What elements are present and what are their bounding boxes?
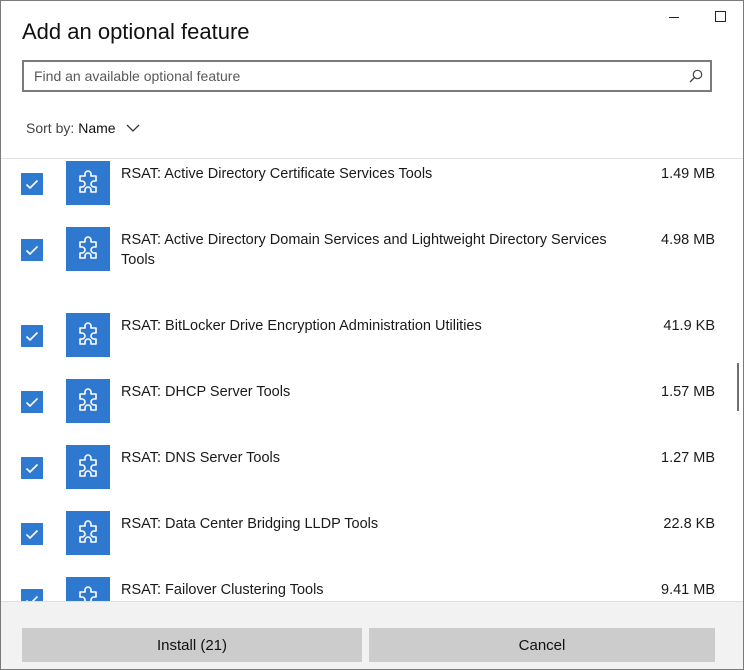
checkmark-icon — [25, 331, 39, 341]
feature-size: 4.98 MB — [661, 232, 715, 248]
checkmark-icon — [25, 245, 39, 255]
puzzle-piece-icon — [66, 161, 110, 205]
feature-checkbox[interactable] — [21, 391, 43, 413]
checkmark-icon — [25, 463, 39, 473]
minimize-icon — [669, 16, 679, 18]
search-box[interactable] — [22, 60, 712, 92]
feature-size: 22.8 KB — [663, 516, 715, 532]
feature-name: RSAT: DNS Server Tools — [121, 450, 281, 466]
feature-name: RSAT: Failover Clustering Tools — [121, 582, 324, 598]
maximize-button[interactable] — [697, 1, 743, 31]
sort-label: Sort by: — [26, 120, 75, 136]
feature-name: RSAT: Active Directory Certificate Servi… — [121, 166, 433, 182]
feature-size: 1.27 MB — [661, 450, 715, 466]
sort-dropdown[interactable]: Sort by: Name — [26, 120, 140, 136]
feature-name: RSAT: DHCP Server Tools — [121, 384, 291, 400]
add-optional-feature-dialog: Add an optional feature Sort by: Name — [0, 0, 744, 670]
cancel-button[interactable]: Cancel — [369, 628, 715, 662]
maximize-icon — [714, 10, 726, 22]
dialog-footer: Install (21) Cancel — [1, 601, 743, 669]
feature-name: RSAT: BitLocker Drive Encryption Adminis… — [121, 318, 482, 334]
puzzle-piece-icon — [66, 445, 110, 489]
puzzle-piece-icon — [66, 313, 110, 357]
feature-checkbox[interactable] — [21, 173, 43, 195]
feature-checkbox[interactable] — [21, 457, 43, 479]
list-scrollbar[interactable] — [737, 363, 739, 411]
install-button[interactable]: Install (21) — [22, 628, 362, 662]
puzzle-piece-icon — [66, 577, 110, 601]
feature-checkbox[interactable] — [21, 523, 43, 545]
window-controls — [651, 1, 743, 31]
sort-value[interactable]: Name — [78, 120, 115, 136]
puzzle-piece-icon — [66, 511, 110, 555]
dialog-title: Add an optional feature — [22, 19, 250, 44]
checkmark-icon — [25, 397, 39, 407]
feature-size: 1.57 MB — [661, 384, 715, 400]
checkmark-icon — [25, 529, 39, 539]
feature-checkbox[interactable] — [21, 239, 43, 261]
feature-size: 1.49 MB — [661, 166, 715, 182]
puzzle-piece-icon — [66, 379, 110, 423]
search-input[interactable] — [24, 62, 682, 90]
feature-size: 41.9 KB — [663, 318, 715, 334]
chevron-down-icon[interactable] — [126, 124, 140, 133]
checkmark-icon — [25, 179, 39, 189]
search-icon[interactable] — [682, 62, 710, 90]
feature-size: 9.41 MB — [661, 582, 715, 598]
feature-name: RSAT: Data Center Bridging LLDP Tools — [121, 516, 379, 532]
feature-list: RSAT: Active Directory Certificate Servi… — [1, 159, 743, 601]
feature-name: RSAT: Active Directory Domain Services a… — [121, 232, 607, 268]
puzzle-piece-icon — [66, 227, 110, 271]
feature-checkbox[interactable] — [21, 325, 43, 347]
feature-checkbox[interactable] — [21, 589, 43, 601]
minimize-button[interactable] — [651, 1, 697, 31]
